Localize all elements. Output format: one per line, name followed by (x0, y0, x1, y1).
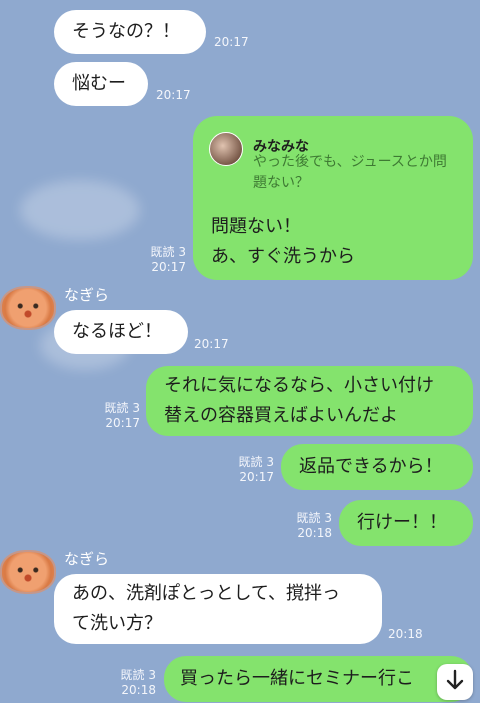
reply-quoted-text: やった後でも、ジュースとか問題ない？ (253, 154, 447, 191)
message-read-status: 既読 3 20:17 (238, 455, 274, 484)
message-text: 行けー！！ (357, 512, 447, 533)
message-timestamp: 20:18 (388, 627, 423, 641)
message-text: 悩むー (72, 73, 126, 94)
sender-name: なぎら (64, 550, 110, 568)
message-read-status: 既読 3 20:18 (120, 668, 156, 697)
message-bubble-incoming[interactable]: 悩むー (54, 62, 148, 106)
message-read-status: 既読 3 20:17 (104, 401, 140, 430)
message-bubble-incoming[interactable]: なるほど！ (54, 310, 188, 354)
message-text: そうなの？！ (72, 21, 180, 42)
sender-name: なぎら (64, 286, 110, 304)
arrow-down-icon (445, 669, 465, 695)
message-read-status: 既読 3 20:18 (296, 511, 332, 540)
message-timestamp: 20:17 (214, 35, 249, 49)
background-cloud (20, 180, 140, 240)
message-bubble-outgoing[interactable]: 買ったら一緒にセミナー行こ (164, 656, 473, 702)
message-text: 買ったら一緒にセミナー行こ (180, 668, 414, 689)
chat-area[interactable]: そうなの？！ 20:17 悩むー 20:17 みなみな やった後でも、ジュースと… (0, 0, 480, 703)
message-bubble-outgoing[interactable]: 返品できるから！ (281, 444, 473, 490)
avatar[interactable] (2, 552, 54, 592)
message-text: なるほど！ (72, 321, 162, 342)
message-timestamp: 20:17 (156, 88, 191, 102)
reply-avatar (209, 132, 243, 166)
message-bubble-incoming[interactable]: そうなの？！ (54, 10, 206, 54)
message-bubble-outgoing[interactable]: 行けー！！ (339, 500, 473, 546)
message-bubble-outgoing[interactable]: それに気になるなら、小さい付け 替えの容器買えばよいんだよ (146, 366, 473, 436)
message-text: 問題ない！ あ、すぐ洗うから (211, 216, 355, 267)
message-bubble-incoming[interactable]: あの、洗剤ぽとっとして、撹拌っ て洗い方？ (54, 574, 382, 644)
scroll-to-bottom-button[interactable] (437, 664, 473, 700)
message-text: それに気になるなら、小さい付け 替えの容器買えばよいんだよ (164, 375, 434, 426)
avatar[interactable] (2, 288, 54, 328)
message-bubble-outgoing[interactable]: みなみな やった後でも、ジュースとか問題ない？ 問題ない！ あ、すぐ洗うから (193, 116, 473, 280)
message-read-status: 既読 3 20:17 (150, 245, 186, 274)
message-text: 返品できるから！ (299, 456, 443, 477)
message-timestamp: 20:17 (194, 337, 229, 351)
message-text: あの、洗剤ぽとっとして、撹拌っ て洗い方？ (72, 583, 341, 634)
